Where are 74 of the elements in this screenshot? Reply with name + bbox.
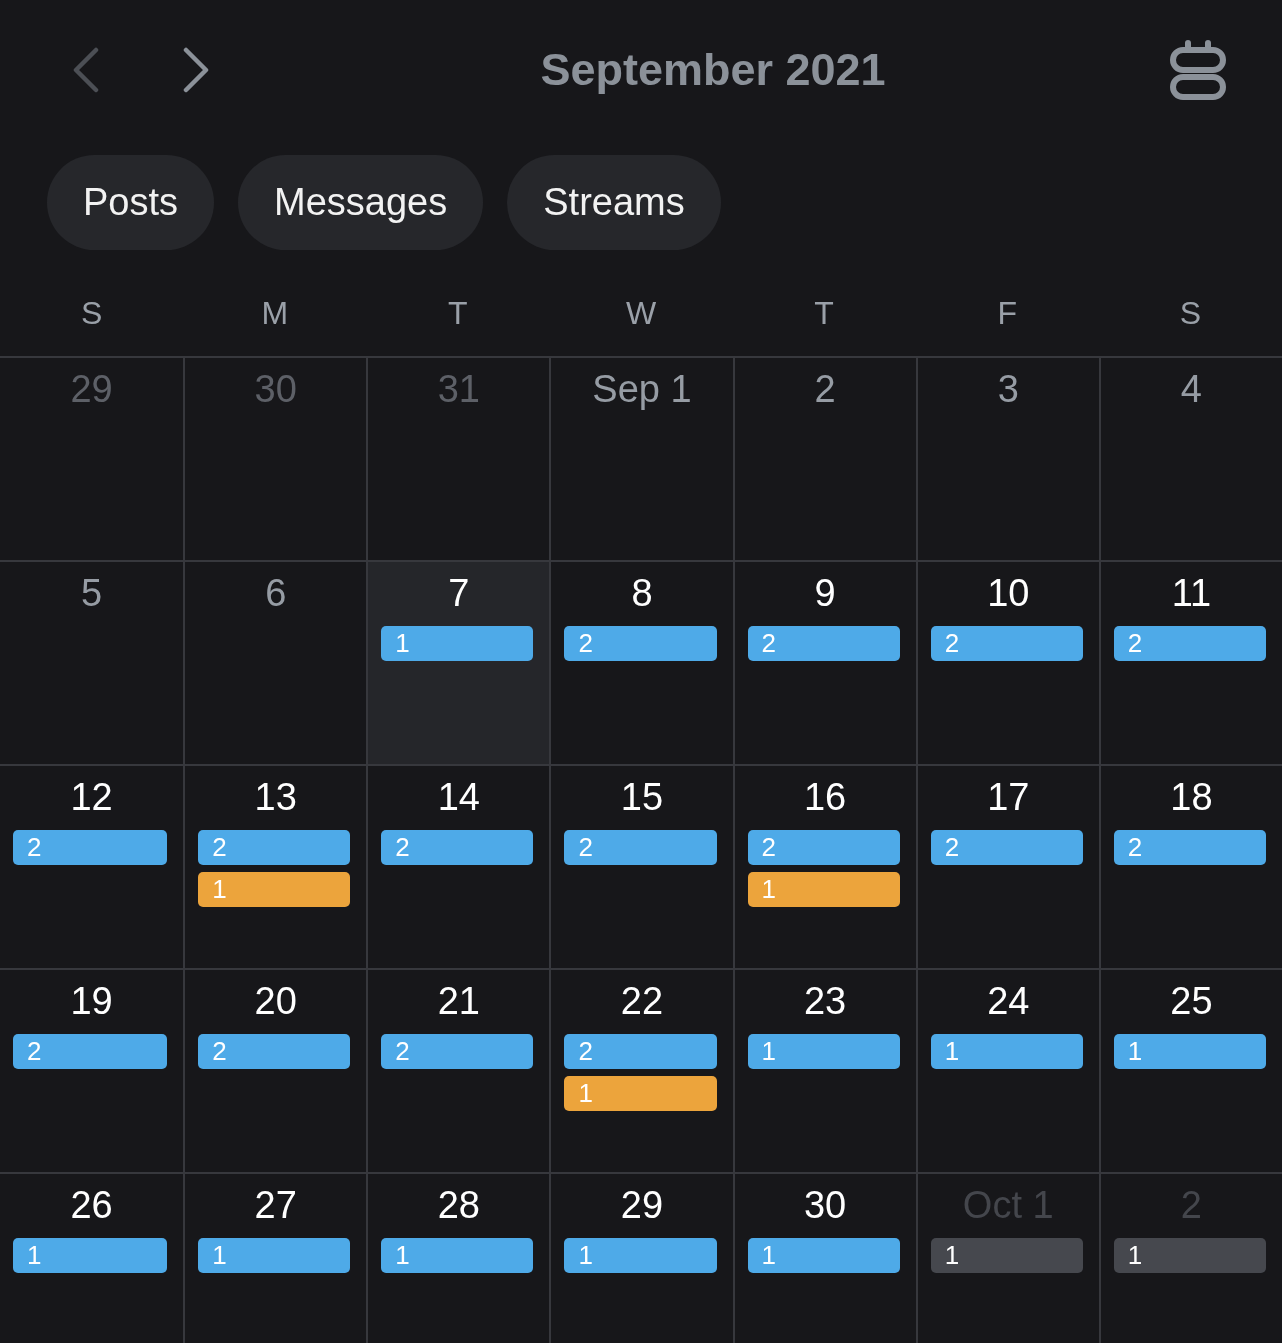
- day-number: 23: [804, 979, 847, 1023]
- day-cell[interactable]: 15 2: [549, 766, 733, 968]
- day-cell[interactable]: 28 1: [366, 1174, 550, 1343]
- filter-chip[interactable]: Streams: [507, 155, 721, 250]
- filter-chip[interactable]: Posts: [47, 155, 215, 250]
- day-number: 21: [437, 979, 480, 1023]
- day-cell[interactable]: 11 2: [1098, 562, 1282, 764]
- day-number: 15: [620, 775, 664, 819]
- day-number: 6: [265, 571, 287, 615]
- day-number: 19: [70, 979, 113, 1023]
- day-number: 8: [631, 571, 653, 615]
- event-count-bar[interactable]: 1: [1113, 1238, 1266, 1273]
- day-number: 11: [1171, 571, 1212, 615]
- day-cell[interactable]: 9 2: [732, 562, 916, 764]
- day-cell[interactable]: 30 1: [732, 1174, 916, 1343]
- weekday-label: T: [448, 295, 468, 331]
- day-number: 29: [620, 1183, 664, 1227]
- day-number: 12: [70, 775, 113, 819]
- day-number: 17: [987, 775, 1030, 819]
- day-number: 24: [987, 979, 1030, 1023]
- day-number: 5: [81, 571, 103, 615]
- day-cell[interactable]: 26 1: [0, 1174, 184, 1343]
- day-number: 20: [254, 979, 297, 1023]
- day-cell[interactable]: Sep 1: [549, 358, 733, 560]
- day-cell[interactable]: 7 1: [366, 562, 550, 764]
- day-number: 28: [437, 1183, 480, 1227]
- day-cell[interactable]: 8 2: [549, 562, 733, 764]
- day-number: 22: [620, 979, 664, 1023]
- day-cell[interactable]: 25 1: [1098, 970, 1282, 1172]
- day-cell[interactable]: 12 2: [0, 766, 184, 968]
- day-number: 16: [804, 775, 847, 819]
- day-number: 14: [437, 775, 480, 819]
- day-number: 25: [1170, 979, 1213, 1023]
- weekday-label: S: [80, 295, 103, 331]
- day-number: 26: [70, 1183, 113, 1227]
- calendar-view-button[interactable]: [1170, 40, 1226, 100]
- day-number: 13: [254, 775, 297, 819]
- day-number: 31: [437, 367, 480, 411]
- weekday-label: M: [261, 295, 289, 331]
- calendar-icon: [1170, 40, 1226, 100]
- day-cell[interactable]: 23 1: [732, 970, 916, 1172]
- day-cell[interactable]: 14 2: [366, 766, 550, 968]
- day-cell[interactable]: 17 2: [915, 766, 1099, 968]
- month-title: September 2021: [540, 43, 886, 97]
- day-cell[interactable]: 3: [915, 358, 1099, 560]
- day-cell[interactable]: 19 2: [0, 970, 184, 1172]
- weekday-label: T: [814, 295, 834, 331]
- day-number: 30: [254, 367, 297, 411]
- day-cell[interactable]: 27 1: [183, 1174, 367, 1343]
- day-cell[interactable]: 10 2: [915, 562, 1099, 764]
- day-number: 10: [987, 571, 1030, 615]
- day-number: 18: [1170, 775, 1213, 819]
- event-count-bar[interactable]: 1: [930, 1238, 1083, 1273]
- day-cell[interactable]: 29 1: [549, 1174, 733, 1343]
- day-number: 9: [814, 571, 836, 615]
- weekday-label: W: [625, 295, 657, 331]
- weekday-label: F: [997, 295, 1018, 331]
- day-cell[interactable]: 21 2: [366, 970, 550, 1172]
- day-number: 2: [814, 367, 836, 411]
- day-cell[interactable]: 24 1: [915, 970, 1099, 1172]
- day-number: Sep 1: [592, 367, 692, 411]
- weekday-label: S: [1179, 295, 1202, 331]
- day-number: 4: [1180, 367, 1202, 411]
- day-cell[interactable]: 5: [0, 562, 184, 764]
- day-number: 7: [448, 571, 470, 615]
- day-number: 29: [70, 367, 113, 411]
- day-cell[interactable]: 20 2: [183, 970, 367, 1172]
- day-cell[interactable]: 2: [732, 358, 916, 560]
- day-cell[interactable]: 18 2: [1098, 766, 1282, 968]
- day-number: 27: [254, 1183, 297, 1227]
- day-number: 3: [997, 367, 1019, 411]
- day-cell[interactable]: 4: [1098, 358, 1282, 560]
- day-number: 30: [804, 1183, 847, 1227]
- filter-chip[interactable]: Messages: [238, 155, 484, 250]
